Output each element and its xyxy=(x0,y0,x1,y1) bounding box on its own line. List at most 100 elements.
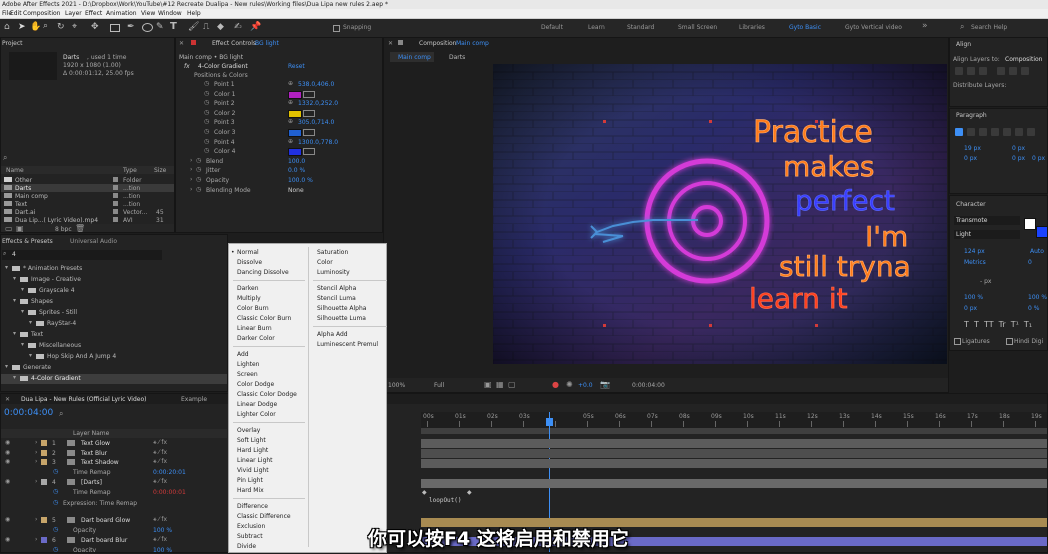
layer-switches[interactable]: ⚹ ⁄ fx xyxy=(153,458,167,466)
timeline-search-icon[interactable]: ⌕ xyxy=(59,409,63,419)
region-icon[interactable]: ▣ xyxy=(484,380,492,389)
blend-mode-item[interactable]: Luminosity xyxy=(317,269,350,276)
visibility-eye-icon[interactable]: ◉ xyxy=(5,449,10,456)
menu-view[interactable]: View xyxy=(141,10,155,17)
property-value[interactable]: 0:00:20:01 xyxy=(153,469,186,476)
stroke-color-swatch[interactable] xyxy=(1036,226,1047,238)
eraser-tool-icon[interactable]: ◆ xyxy=(217,22,224,32)
indent-first[interactable]: 0 px xyxy=(964,155,977,162)
snapping-checkbox[interactable] xyxy=(333,25,340,32)
home-icon[interactable]: ⌂ xyxy=(4,22,10,32)
blend-mode-item[interactable]: Difference xyxy=(237,503,268,510)
timeline-layer-row[interactable]: ◉ › 2 Text Blur ⚹ ⁄ fx xyxy=(1,449,227,458)
timeline-layer-row[interactable]: ◷ Opacity 100 % xyxy=(1,526,227,535)
layer-name-header[interactable]: Layer Name xyxy=(73,430,109,437)
blend-mode-item[interactable]: Add xyxy=(237,351,249,358)
timeline-tab-main[interactable]: Dua Lipa - New Rules (Official Lyric Vid… xyxy=(21,396,146,403)
stopwatch-icon[interactable]: ◷ xyxy=(196,186,201,193)
blend-mode-item[interactable]: Subtract xyxy=(237,533,263,540)
eyedropper-icon[interactable] xyxy=(303,129,315,136)
pen2-tool-icon[interactable]: ✎ xyxy=(156,22,164,32)
composition-tab[interactable]: Composition xyxy=(419,40,456,47)
stopwatch-icon[interactable]: ◷ xyxy=(204,99,209,106)
blend-mode-item[interactable]: Silhouette Alpha xyxy=(317,305,366,312)
new-folder-icon[interactable]: ▭ xyxy=(5,224,13,232)
visibility-eye-icon[interactable]: ◉ xyxy=(5,439,10,446)
layer-label-color[interactable] xyxy=(41,440,47,446)
blend-mode-item[interactable]: Overlay xyxy=(237,427,260,434)
blend-mode-item[interactable]: Dancing Dissolve xyxy=(237,269,289,276)
blend-mode-item[interactable]: Linear Light xyxy=(237,457,273,464)
project-item-color-tag[interactable] xyxy=(113,217,118,222)
text-style-buttons[interactable]: T T TT Tr T¹ T₁ xyxy=(964,320,1032,329)
crosshair-icon[interactable]: ⊕ xyxy=(288,99,293,106)
tree-arrow-icon[interactable]: ▾ xyxy=(29,319,32,326)
effect-controls-tab[interactable]: Effect Controls xyxy=(212,40,256,47)
project-item[interactable]: Dart.ai Vector... 45 xyxy=(1,208,174,216)
align-to-select[interactable]: Composition xyxy=(1005,56,1042,63)
expression-text[interactable]: loopOut() xyxy=(429,497,462,504)
blend-mode-item[interactable]: Soft Light xyxy=(237,437,266,444)
roto-brush-tool-icon[interactable]: ✍ xyxy=(234,22,242,32)
close-tab-icon[interactable]: ✕ xyxy=(5,396,10,403)
blend-mode-item[interactable]: Silhouette Luma xyxy=(317,315,366,322)
rectangle-tool-icon[interactable] xyxy=(110,24,120,32)
expand-arrow-icon[interactable]: › xyxy=(35,439,37,446)
timeline-layer-row[interactable]: ◉ › 6 Dart board Blur ⚹ ⁄ fx xyxy=(1,536,227,545)
effects-tree-item[interactable]: ▾ Sprites - Still xyxy=(1,308,227,318)
comp-tab-darts[interactable]: Darts xyxy=(449,54,465,61)
project-search-icon[interactable]: ⌕ xyxy=(3,153,7,163)
effect-property-value[interactable]: 100.0 xyxy=(288,158,305,165)
visibility-eye-icon[interactable]: ◉ xyxy=(5,536,10,543)
tree-arrow-icon[interactable]: ▾ xyxy=(5,264,8,271)
crosshair-icon[interactable]: ⊕ xyxy=(288,138,293,145)
track-text-glow[interactable] xyxy=(421,439,1047,448)
track-text-shadow[interactable] xyxy=(421,459,1047,468)
blend-mode-item[interactable]: Stencil Alpha xyxy=(317,285,356,292)
blend-mode-item[interactable]: Screen xyxy=(237,371,258,378)
space-before[interactable]: 0 px xyxy=(1012,155,1025,162)
effects-tree-item[interactable]: ▾ Shapes xyxy=(1,297,227,307)
layer-label-color[interactable] xyxy=(41,537,47,543)
composition-name[interactable]: Main comp xyxy=(456,40,489,47)
project-item-color-tag[interactable] xyxy=(113,209,118,214)
blend-mode-item[interactable]: Multiply xyxy=(237,295,261,302)
project-item-color-tag[interactable] xyxy=(113,193,118,198)
stopwatch-icon[interactable]: ◷ xyxy=(53,499,58,506)
work-area-bar[interactable] xyxy=(421,428,1047,434)
effects-search-value[interactable]: 4 xyxy=(12,251,16,258)
transparency-grid-icon[interactable]: ▦ xyxy=(496,380,504,389)
tree-arrow-icon[interactable]: ▾ xyxy=(13,374,16,381)
tracking-value[interactable]: 0 xyxy=(1028,259,1032,266)
font-size-value[interactable]: 124 px xyxy=(964,248,985,255)
color-swatch[interactable] xyxy=(288,148,302,157)
effects-search-field[interactable]: ⌕ 4 xyxy=(2,250,162,260)
clone-stamp-tool-icon[interactable]: ⎍ xyxy=(203,22,209,32)
timeline-layer-row[interactable]: ◉ › 4 [Darts] ⚹ ⁄ fx xyxy=(1,478,227,487)
blend-mode-item[interactable]: Linear Dodge xyxy=(237,401,277,408)
effects-tree-item[interactable]: ▾ * Animation Presets xyxy=(1,264,227,274)
effect-property-value[interactable]: 100.0 % xyxy=(288,177,313,184)
project-item[interactable]: Main comp ...tion xyxy=(1,192,174,200)
effect-property-row[interactable]: ◷ Color 2 xyxy=(176,109,382,118)
blend-mode-item[interactable]: Pin Light xyxy=(237,477,263,484)
effect-property-row[interactable]: ◷ Point 3 ⊕ 305.0,714.0 xyxy=(176,118,382,127)
snapshot-icon[interactable]: 📷 xyxy=(600,380,610,389)
tree-arrow-icon[interactable]: ▾ xyxy=(21,308,24,315)
fill-color-swatch[interactable] xyxy=(1024,218,1036,230)
blend-mode-item[interactable]: Color Burn xyxy=(237,305,269,312)
effect-property-row[interactable]: ◷ Point 2 ⊕ 1332.0,252.0 xyxy=(176,99,382,108)
blend-mode-item[interactable]: Vivid Light xyxy=(237,467,269,474)
pen-tool-icon[interactable]: ✒ xyxy=(127,22,135,32)
track-text-blur[interactable] xyxy=(421,449,1047,458)
delete-icon[interactable]: 🗑 xyxy=(75,224,85,232)
color-swatch[interactable] xyxy=(288,109,302,118)
menu-window[interactable]: Window xyxy=(158,10,182,17)
timeline-layer-row[interactable]: ◉ › 1 Text Glow ⚹ ⁄ fx xyxy=(1,439,227,448)
effect-property-row[interactable]: ◷ Point 4 ⊕ 1300.0,778.0 xyxy=(176,138,382,147)
stopwatch-icon[interactable]: ◷ xyxy=(196,166,201,173)
positions-colors-group[interactable]: Positions & Colors xyxy=(194,72,248,79)
effect-reset[interactable]: Reset xyxy=(288,63,305,70)
effects-tree-item[interactable]: ▾ Generate xyxy=(1,363,227,373)
paragraph-tab[interactable]: Paragraph xyxy=(956,112,987,119)
